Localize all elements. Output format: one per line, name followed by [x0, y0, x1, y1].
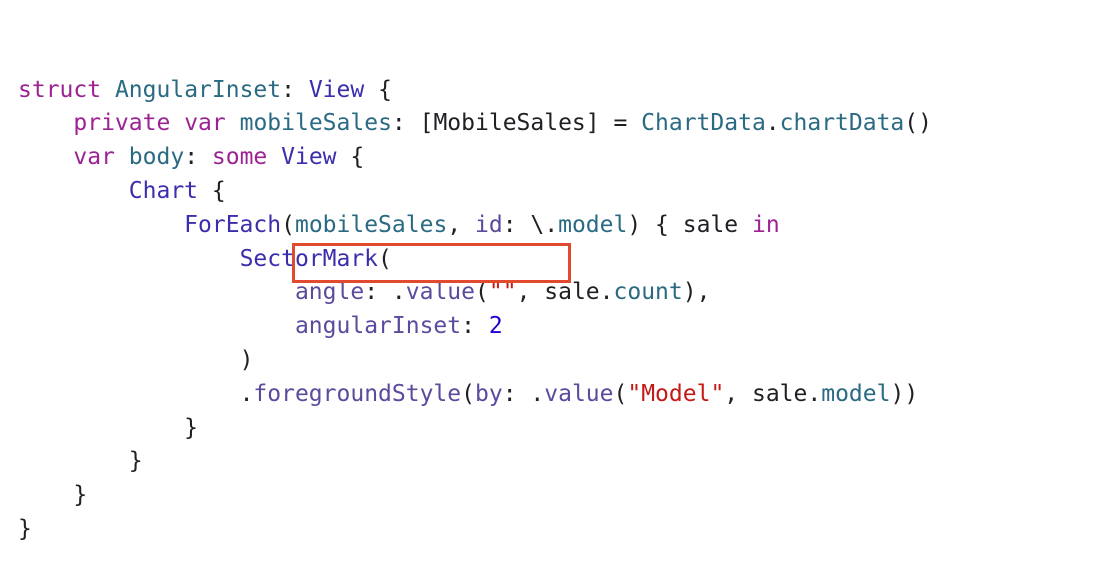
code-line: } — [18, 479, 1088, 513]
code-token-plain: . — [765, 110, 780, 137]
code-token-property: value — [544, 380, 614, 407]
code-token-plain: , sale. — [724, 380, 822, 407]
code-line: angularInset: 2 — [18, 310, 1088, 344]
code-token-type: View — [308, 76, 365, 103]
code-token-plain: ) { sale — [627, 211, 752, 238]
code-token-plain: , — [447, 211, 475, 238]
code-token-plain: } — [18, 515, 32, 542]
code-block: struct AngularInset: View { private var … — [18, 74, 1088, 547]
code-token-plain: : [MobileSales] = — [391, 110, 642, 137]
code-token-identifier: model — [558, 211, 628, 238]
code-line: struct AngularInset: View { — [18, 74, 1088, 108]
code-token-plain: , sale. — [516, 279, 614, 306]
code-token-plain: : — [281, 76, 309, 103]
code-token-identifier: model — [821, 380, 891, 407]
code-token-keyword: struct — [18, 76, 102, 103]
code-line: } — [18, 445, 1088, 479]
code-line: } — [18, 412, 1088, 446]
code-token-property: angle — [294, 279, 365, 306]
code-token-plain: } — [128, 448, 143, 475]
code-token-property: foregroundStyle — [253, 380, 462, 407]
code-token-plain: ( — [281, 211, 295, 238]
code-token-keyword: in — [751, 211, 780, 238]
code-line: .foregroundStyle(by: .value("Model", sal… — [18, 378, 1088, 412]
highlight-box — [292, 243, 571, 283]
code-token-plain: } — [73, 482, 88, 509]
code-token-keyword: private — [73, 110, 171, 137]
code-token-plain: )) — [890, 380, 919, 407]
code-token-string: "" — [488, 279, 517, 306]
code-token-identifier: count — [613, 279, 683, 306]
code-token-keyword: var — [73, 144, 115, 171]
code-token-plain: { — [364, 76, 392, 103]
code-token-plain: : — [461, 313, 489, 340]
code-token-plain: ( — [461, 380, 475, 407]
code-token-identifier: mobileSales — [239, 110, 392, 137]
code-line: private var mobileSales: [MobileSales] =… — [18, 107, 1088, 141]
code-line: ) — [18, 344, 1088, 378]
code-token-plain: : . — [502, 380, 545, 407]
code-token-property: id — [475, 211, 503, 238]
code-token-type: View — [281, 144, 337, 171]
code-token-keyword: some — [211, 144, 268, 171]
code-token-plain: : — [184, 144, 212, 171]
code-line: var body: some View { — [18, 141, 1088, 175]
code-token-type: ForEach — [184, 211, 282, 238]
code-token-plain: ( — [475, 279, 489, 306]
code-token-plain: () — [904, 110, 932, 137]
code-token-type: Chart — [128, 177, 199, 204]
code-token-plain: ( — [613, 380, 628, 407]
code-token-property: angularInset — [294, 313, 462, 340]
code-token-property: value — [405, 279, 475, 306]
code-token-identifier: mobileSales — [294, 211, 448, 238]
code-token-plain: : . — [364, 279, 406, 306]
code-token-plain: : \. — [502, 211, 559, 238]
code-line: Chart { — [18, 175, 1088, 209]
code-token-identifier: AngularInset — [114, 76, 282, 103]
code-token-identifier: chartData — [779, 110, 905, 137]
code-line: } — [18, 513, 1088, 547]
code-token-plain: { — [336, 144, 365, 171]
code-token-identifier: body — [128, 144, 185, 171]
code-token-number: 2 — [488, 313, 503, 340]
code-line: ForEach(mobileSales, id: \.model) { sale… — [18, 209, 1088, 243]
code-token-plain: } — [184, 414, 199, 441]
code-token-plain: { — [198, 177, 226, 204]
code-token-keyword: var — [184, 110, 226, 137]
code-token-property: by — [475, 380, 503, 407]
code-token-identifier: ChartData — [641, 110, 766, 137]
code-token-string: "Model" — [627, 380, 725, 407]
code-token-plain: . — [239, 380, 254, 407]
code-token-plain: ), — [682, 279, 711, 306]
code-token-plain: ) — [239, 346, 254, 373]
